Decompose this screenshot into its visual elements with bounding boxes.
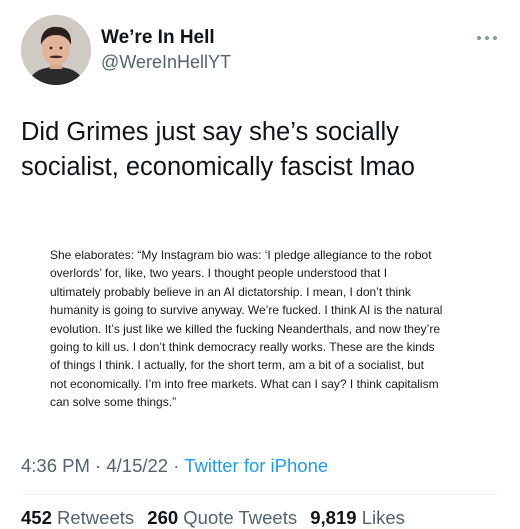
attached-quote-image[interactable]: She elaborates: “My Instagram bio was: ‘… — [50, 246, 490, 412]
quote-tweets-label: Quote Tweets — [183, 507, 298, 528]
quote-line: of things I think. I actually, for the s… — [50, 358, 424, 373]
author-handle[interactable]: @WereInHellYT — [101, 52, 231, 73]
quote-tweets-stat[interactable]: 260 Quote Tweets — [147, 507, 297, 528]
quote-line: evolution. It’s just like we killed the … — [50, 321, 440, 336]
tweet-metadata: 4:36 PM · 4/15/22 · Twitter for iPhone — [21, 455, 328, 477]
quote-line: not economically. I’m into free markets.… — [50, 376, 439, 391]
avatar[interactable] — [21, 15, 91, 85]
meta-separator: · — [89, 455, 107, 476]
divider — [21, 494, 499, 495]
retweets-count: 452 — [21, 507, 52, 528]
author-display-name[interactable]: We’re In Hell — [101, 27, 215, 49]
retweets-label: Retweets — [57, 507, 135, 528]
likes-label: Likes — [361, 507, 405, 528]
quote-line: She elaborates: “My Instagram bio was: ‘… — [50, 248, 432, 262]
tweet-date[interactable]: 4/15/22 — [106, 455, 168, 476]
quote-line: humanity is going to survive anyway. We’… — [50, 303, 443, 318]
quote-line: ultimately probably believe in an AI dic… — [50, 284, 411, 299]
quote-line: can solve some things.” — [50, 395, 177, 410]
engagement-stats: 452 Retweets 260 Quote Tweets 9,819 Like… — [21, 507, 413, 529]
meta-separator: · — [168, 455, 185, 476]
quote-line: overlords’ for, like, two years. I thoug… — [50, 266, 388, 281]
tweet-text-line: Did Grimes just say she’s socially — [21, 118, 399, 146]
tweet-text: Did Grimes just say she’s socially socia… — [21, 115, 501, 185]
likes-stat[interactable]: 9,819 Likes — [310, 507, 405, 528]
quote-line: going to kill us. I don’t think democrac… — [50, 340, 435, 355]
tweet-text-line: socialist, economically fascist lmao — [21, 153, 415, 181]
retweets-stat[interactable]: 452 Retweets — [21, 507, 134, 528]
quote-tweets-count: 260 — [147, 507, 179, 528]
tweet-time[interactable]: 4:36 PM — [21, 455, 90, 476]
more-horizontal-icon — [477, 36, 497, 40]
more-options-button[interactable] — [472, 28, 502, 48]
avatar-image — [21, 15, 91, 85]
likes-count: 9,819 — [310, 507, 357, 528]
tweet-source-link[interactable]: Twitter for iPhone — [184, 455, 328, 476]
